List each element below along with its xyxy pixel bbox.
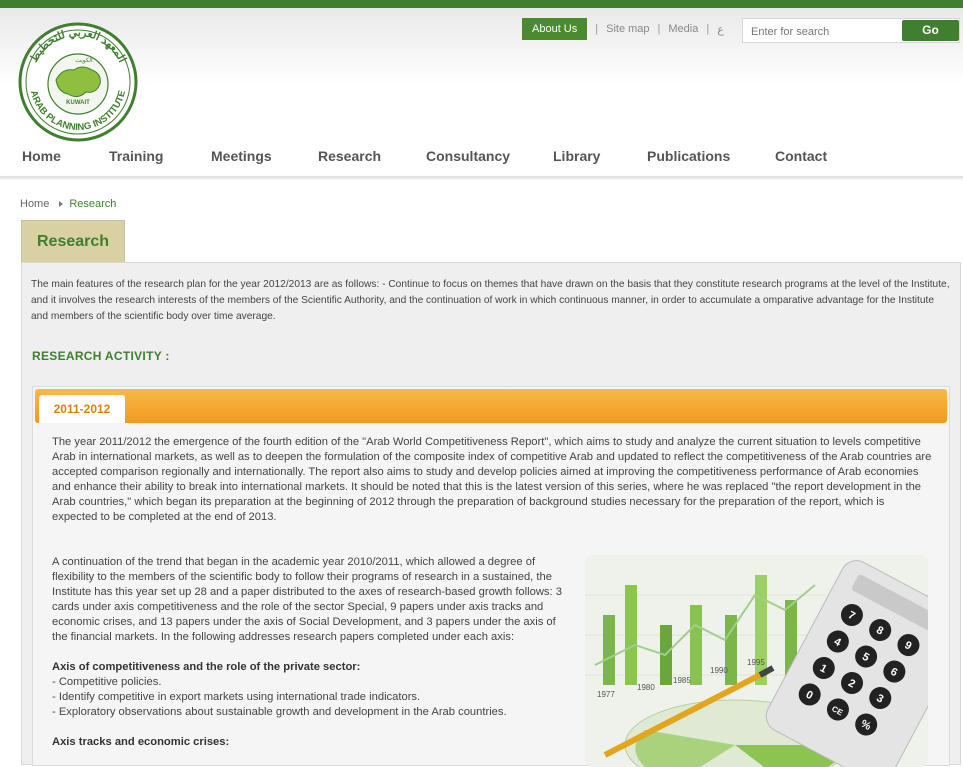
breadcrumb-arrow-icon (59, 200, 64, 207)
content-panel: The main features of the research plan f… (21, 262, 961, 767)
photo-year-label: 1995 (747, 658, 765, 667)
nav-research[interactable]: Research (318, 148, 381, 164)
arab-planning-institute-logo[interactable]: KUWAIT الكويت المعهد العربي للتخطيط ARAB… (18, 22, 138, 142)
arabic-language-link[interactable]: ع (717, 23, 724, 36)
list-item: - Competitive policies. (52, 676, 162, 688)
photo-year-label: 1985 (673, 676, 691, 685)
axis-tracks-title: Axis tracks and economic crises: (52, 736, 230, 748)
page-title-tab: Research (21, 220, 125, 262)
report-paragraph: The year 2011/2012 the emergence of the … (52, 436, 932, 523)
search-input[interactable] (749, 22, 903, 41)
nav-library[interactable]: Library (553, 148, 600, 164)
top-accent-bar (0, 0, 963, 8)
nav-meetings[interactable]: Meetings (211, 148, 272, 164)
breadcrumb-current[interactable]: Research (69, 198, 116, 210)
photo-year-label: 1977 (597, 690, 615, 699)
nav-home[interactable]: Home (22, 148, 61, 164)
tab-strip: 2011-2012 (35, 389, 947, 423)
nav-consultancy[interactable]: Consultancy (426, 148, 510, 164)
site-header: KUWAIT الكويت المعهد العربي للتخطيط ARAB… (0, 8, 963, 178)
list-item: - Exploratory observations about sustain… (52, 706, 507, 718)
photo-year-label: 1980 (637, 683, 655, 692)
research-paragraph: A continuation of the trend that began i… (52, 556, 562, 643)
tab-2011-2012[interactable]: 2011-2012 (39, 395, 125, 423)
breadcrumb-home[interactable]: Home (20, 198, 49, 210)
media-link[interactable]: Media (668, 23, 698, 35)
logo-kuwait-arabic: الكويت (75, 57, 93, 64)
photo-year-label: 1990 (710, 666, 728, 675)
year-tab-panel: 2011-2012 The year 2011/2012 the emergen… (32, 386, 950, 767)
nav-publications[interactable]: Publications (647, 148, 730, 164)
site-map-link[interactable]: Site map (606, 23, 649, 35)
nav-contact[interactable]: Contact (775, 148, 827, 164)
finance-charts-calculator-image: 1977 1980 1985 1990 1995 7 8 9 4 5 6 1 2… (585, 555, 928, 767)
top-links: About Us | Site map | Media | ع (522, 18, 724, 40)
separator: | (706, 23, 710, 35)
separator: | (657, 23, 661, 35)
research-papers-section: A continuation of the trend that began i… (52, 555, 572, 750)
search-go-button[interactable]: Go (902, 20, 959, 41)
about-us-link[interactable]: About Us (522, 18, 588, 40)
list-item: - Identify competitive in export markets… (52, 691, 421, 703)
breadcrumb: Home Research (20, 198, 116, 210)
nav-divider (0, 176, 963, 178)
research-activity-heading: RESEARCH ACTIVITY : (32, 349, 170, 363)
intro-text: The main features of the research plan f… (31, 279, 950, 322)
logo-kuwait-text: KUWAIT (66, 100, 90, 106)
axis-competitiveness-title: Axis of competitiveness and the role of … (52, 661, 361, 673)
search-box: Go (742, 18, 960, 43)
nav-training[interactable]: Training (109, 148, 163, 164)
separator: | (595, 23, 599, 35)
